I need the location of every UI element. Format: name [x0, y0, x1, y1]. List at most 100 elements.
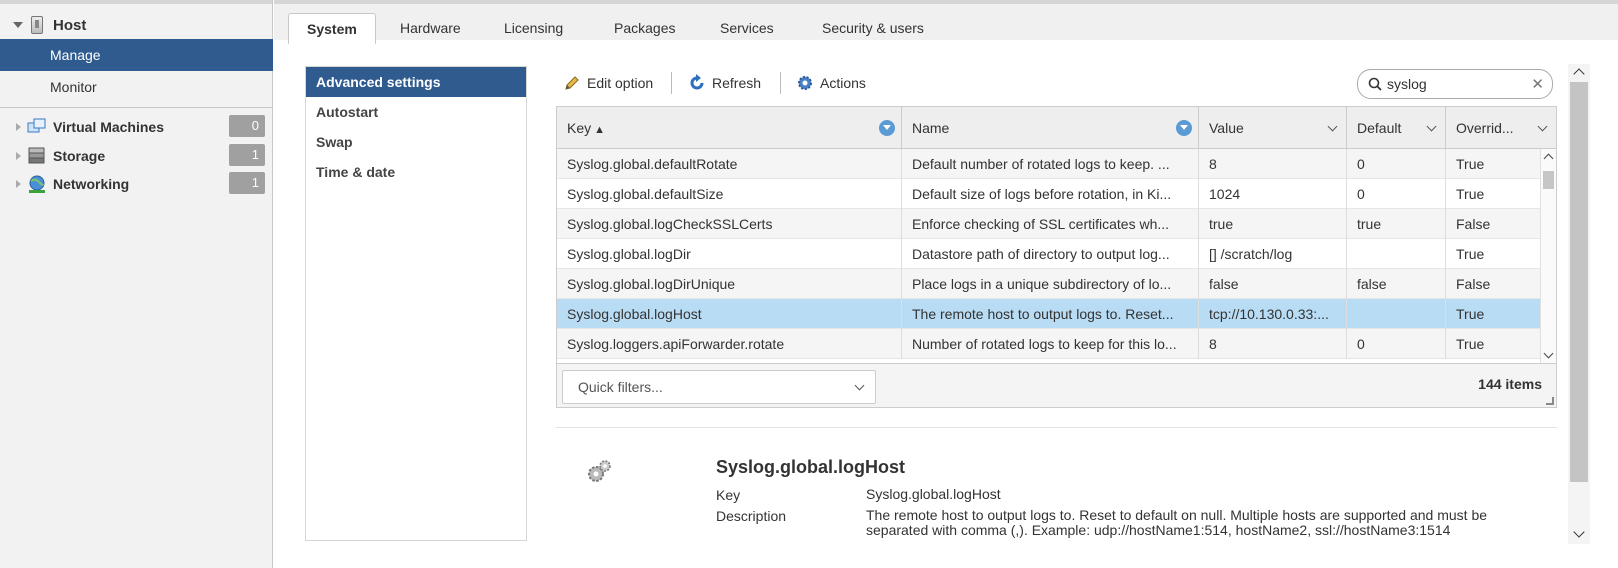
column-header-override[interactable]: Overrid...	[1446, 107, 1556, 149]
cell-override: True	[1456, 306, 1485, 322]
cell-default: false	[1347, 269, 1446, 299]
nav-item-label: Virtual Machines	[53, 119, 165, 135]
tab-system[interactable]: System	[288, 13, 376, 44]
edit-option-label: Edit option	[587, 75, 654, 91]
refresh-label: Refresh	[712, 75, 762, 91]
cell-value: 8	[1199, 329, 1347, 359]
chevron-down-icon[interactable]	[1426, 121, 1437, 132]
tab-licensing[interactable]: Licensing	[486, 13, 581, 44]
table-row[interactable]: Syslog.global.defaultSize Default size of…	[557, 179, 1540, 209]
column-header-label: Overrid...	[1456, 120, 1514, 136]
tab-hardware[interactable]: Hardware	[382, 13, 479, 44]
cell-key: Syslog.loggers.apiForwarder.rotate	[557, 329, 902, 359]
quick-filters-label: Quick filters...	[578, 379, 663, 395]
grid-scrollbar[interactable]	[1540, 149, 1556, 363]
count-badge: 1	[229, 144, 265, 166]
detail-title: Syslog.global.logHost	[716, 457, 906, 477]
clear-search-icon[interactable]: ✕	[1531, 75, 1544, 93]
scroll-thumb[interactable]	[1543, 171, 1554, 189]
detail-description-value: The remote host to output logs to. Reset…	[866, 507, 1488, 538]
column-header-label: Name	[912, 120, 950, 136]
chevron-down-icon[interactable]	[1537, 121, 1548, 132]
gear-icon	[798, 76, 812, 90]
search-box[interactable]: ✕	[1357, 69, 1553, 99]
nav-item-storage[interactable]: Storage 1	[0, 142, 273, 170]
cell-override: False	[1456, 216, 1491, 232]
table-row[interactable]: Syslog.loggers.apiForwarder.rotate Number…	[557, 329, 1540, 359]
tab-services[interactable]: Services	[702, 13, 792, 44]
pencil-icon	[565, 76, 579, 90]
nav-item-virtual-machines[interactable]: Virtual Machines 0	[0, 113, 273, 141]
nav-item-manage[interactable]: Manage	[0, 39, 273, 71]
column-header-value[interactable]: Value	[1199, 107, 1347, 149]
scroll-down-icon[interactable]	[1543, 348, 1554, 359]
refresh-icon	[690, 74, 704, 90]
search-input[interactable]	[1387, 76, 1527, 92]
quick-filters-dropdown[interactable]: Quick filters...	[562, 370, 876, 404]
column-header-name[interactable]: Name	[902, 107, 1199, 149]
cell-key: Syslog.global.logDir	[557, 239, 902, 269]
page-scrollbar[interactable]	[1568, 64, 1590, 544]
column-header-default[interactable]: Default	[1347, 107, 1446, 149]
cell-override: True	[1456, 246, 1485, 262]
submenu-swap[interactable]: Swap	[306, 127, 526, 157]
table-row[interactable]: Syslog.global.logDirUnique Place logs in …	[557, 269, 1540, 299]
cell-default	[1347, 239, 1446, 269]
grid-header: Key ▲ Name Value Default Overrid...	[557, 107, 1556, 149]
system-submenu: Advanced settings Autostart Swap Time & …	[305, 66, 527, 541]
search-icon	[1368, 77, 1382, 91]
column-header-label: Value	[1209, 120, 1244, 136]
toolbar-divider	[671, 72, 672, 94]
cell-value: [] /scratch/log	[1199, 239, 1347, 269]
left-navigator: Host Manage Monitor Virtual Machines 0 S…	[0, 0, 273, 568]
column-header-key[interactable]: Key ▲	[557, 107, 902, 149]
expand-right-icon[interactable]	[16, 152, 21, 160]
nav-item-monitor[interactable]: Monitor	[0, 71, 273, 103]
nav-top-bar	[0, 0, 272, 4]
count-badge: 0	[229, 115, 265, 137]
column-filter-icon[interactable]	[879, 120, 895, 136]
submenu-autostart[interactable]: Autostart	[306, 97, 526, 127]
cell-name: Number of rotated logs to keep for this …	[902, 329, 1199, 359]
storage-icon	[28, 147, 45, 164]
submenu-time-date[interactable]: Time & date	[306, 157, 526, 187]
toolbar-divider	[780, 72, 781, 94]
scroll-up-icon[interactable]	[1573, 68, 1585, 80]
submenu-advanced-settings[interactable]: Advanced settings	[306, 67, 526, 97]
cell-name: Datastore path of directory to output lo…	[902, 239, 1199, 269]
expand-right-icon[interactable]	[16, 123, 21, 131]
cell-default: 0	[1347, 149, 1446, 179]
tab-packages[interactable]: Packages	[596, 13, 693, 44]
resize-handle-icon[interactable]	[1546, 397, 1554, 405]
scroll-thumb[interactable]	[1570, 82, 1588, 482]
edit-option-button[interactable]: Edit option	[563, 72, 653, 94]
cell-value: false	[1199, 269, 1347, 299]
count-badge: 1	[229, 172, 265, 194]
cell-override: True	[1456, 336, 1485, 352]
nav-item-label: Networking	[53, 176, 130, 192]
table-row[interactable]: Syslog.global.logCheckSSLCerts Enforce ch…	[557, 209, 1540, 239]
cell-value: 8	[1199, 149, 1347, 179]
nav-item-networking[interactable]: Networking 1	[0, 170, 273, 198]
detail-description-label: Description	[716, 508, 787, 524]
expand-right-icon[interactable]	[16, 180, 21, 188]
scroll-down-icon[interactable]	[1573, 526, 1585, 538]
tab-security-users[interactable]: Security & users	[804, 13, 942, 44]
table-row[interactable]: Syslog.global.logHost The remote host to …	[557, 299, 1540, 329]
refresh-button[interactable]: Refresh	[688, 72, 761, 94]
detail-key-label: Key	[716, 487, 741, 503]
cell-value: 1024	[1199, 179, 1347, 209]
nav-host[interactable]: Host	[0, 10, 273, 40]
column-filter-icon[interactable]	[1176, 120, 1192, 136]
table-row[interactable]: Syslog.global.logDir Datastore path of di…	[557, 239, 1540, 269]
detail-key-value: Syslog.global.logHost	[866, 486, 1001, 502]
table-row[interactable]: Syslog.global.defaultRotate Default numbe…	[557, 149, 1540, 179]
actions-button[interactable]: Actions	[796, 72, 866, 94]
item-count: 144 items	[1478, 376, 1542, 392]
scroll-up-icon[interactable]	[1543, 153, 1554, 164]
chevron-down-icon[interactable]	[1327, 121, 1338, 132]
cell-key: Syslog.global.defaultRotate	[557, 149, 902, 179]
expand-down-icon[interactable]	[13, 22, 23, 28]
settings-gear-icon	[588, 460, 611, 482]
cell-name: Default number of rotated logs to keep. …	[902, 149, 1199, 179]
